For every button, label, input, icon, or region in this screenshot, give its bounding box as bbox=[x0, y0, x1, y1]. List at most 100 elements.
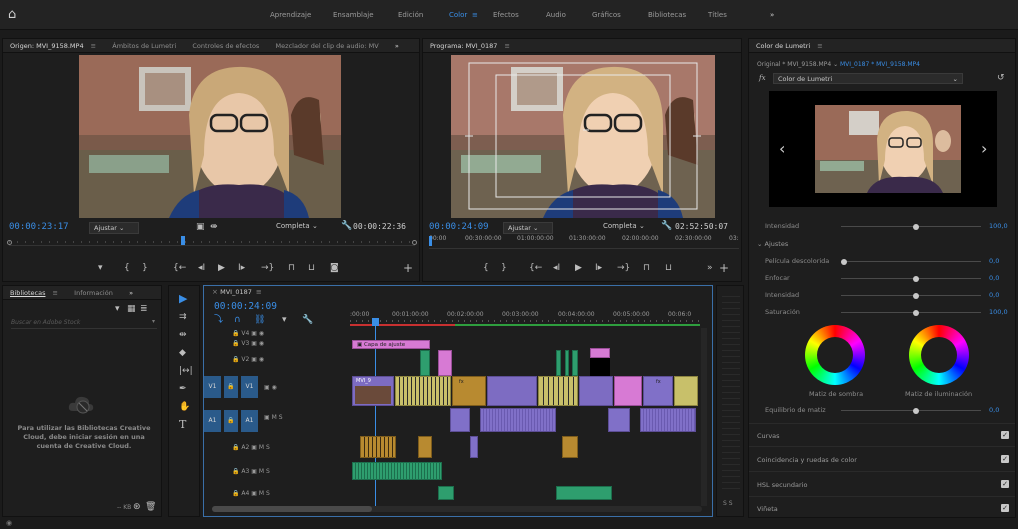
dropdown-icon[interactable]: ▾ bbox=[115, 304, 120, 314]
source-time-ruler[interactable] bbox=[7, 236, 417, 246]
play-icon[interactable]: ▶ bbox=[218, 263, 225, 273]
step-forward-icon[interactable]: I▸ bbox=[595, 263, 602, 273]
sharpen-slider[interactable] bbox=[841, 275, 981, 282]
program-fit-select[interactable]: Ajustar ⌄ bbox=[503, 222, 553, 234]
razor-tool-icon[interactable]: ◆ bbox=[179, 348, 186, 358]
audio-clip[interactable] bbox=[438, 486, 454, 500]
timeline-tracks-area[interactable]: ▣ Capa de ajuste MVI_9 fx fx bbox=[350, 328, 700, 506]
video-clip[interactable] bbox=[395, 376, 451, 406]
timeline-ruler[interactable]: :00:00 00:01:00:00 00:02:00:00 00:03:00:… bbox=[350, 308, 700, 328]
audio-clip[interactable] bbox=[470, 436, 478, 458]
workspace-tab-active[interactable]: Color bbox=[449, 11, 467, 19]
slider-knob[interactable] bbox=[913, 407, 919, 414]
panel-menu-icon[interactable]: ≡ bbox=[52, 286, 64, 300]
add-button-icon[interactable]: + bbox=[403, 262, 413, 274]
lock-icon[interactable]: 🔒 bbox=[232, 490, 241, 497]
more-tabs-icon[interactable]: » bbox=[388, 39, 406, 53]
v2-black-clip[interactable] bbox=[590, 358, 610, 376]
section-enable-checkbox[interactable] bbox=[1001, 480, 1009, 488]
zoom-handle-right[interactable] bbox=[412, 240, 417, 245]
mute-button[interactable]: M bbox=[272, 414, 277, 421]
slider-knob[interactable] bbox=[913, 292, 919, 299]
audio-clip[interactable] bbox=[556, 486, 612, 500]
solo-button[interactable]: S bbox=[266, 468, 270, 475]
intensity-slider[interactable] bbox=[841, 223, 981, 230]
drag-video-icon[interactable]: ⇼ bbox=[210, 222, 218, 232]
audio-clip[interactable] bbox=[450, 408, 470, 432]
video-clip[interactable]: MVI_9 bbox=[352, 376, 394, 406]
audio-clip[interactable] bbox=[480, 408, 556, 432]
v2-clip[interactable] bbox=[420, 350, 430, 376]
vibrance-value[interactable]: 0,0 bbox=[989, 291, 999, 299]
audio-clip[interactable] bbox=[352, 462, 442, 480]
chevron-left-icon[interactable]: ‹ bbox=[779, 139, 785, 158]
go-to-in-icon[interactable]: {← bbox=[173, 263, 186, 273]
sync-icon[interactable]: ▣ bbox=[264, 414, 270, 421]
audio-clip[interactable] bbox=[360, 436, 396, 458]
workspace-tab[interactable]: Ensamblaje bbox=[333, 11, 374, 19]
playhead[interactable] bbox=[429, 236, 432, 246]
overwrite-icon[interactable]: ⊔ bbox=[308, 263, 315, 273]
section-hsl-secondary[interactable]: HSL secundario bbox=[749, 473, 1015, 497]
wrench-icon[interactable]: 🔧 bbox=[302, 315, 313, 325]
program-quality-select[interactable]: Completa ⌄ bbox=[603, 222, 645, 230]
eye-icon[interactable]: ◉ bbox=[272, 384, 277, 391]
more-tabs-icon[interactable]: » bbox=[122, 286, 140, 300]
track-target-v1[interactable]: V1 bbox=[241, 376, 258, 398]
audio-clip[interactable] bbox=[418, 436, 432, 458]
mute-button[interactable]: M bbox=[259, 490, 264, 497]
add-marker-icon[interactable]: ▾ bbox=[98, 263, 103, 273]
lock-icon[interactable]: 🔒 bbox=[232, 444, 241, 451]
vibrance-slider[interactable] bbox=[841, 292, 981, 299]
section-enable-checkbox[interactable] bbox=[1001, 455, 1009, 463]
extract-icon[interactable]: ⊔ bbox=[665, 263, 672, 273]
adjustment-layer-clip[interactable]: ▣ Capa de ajuste bbox=[352, 340, 430, 349]
effect-select[interactable]: Color de Lumetri ⌄ bbox=[773, 73, 963, 84]
intensity-value[interactable]: 100,0 bbox=[989, 222, 1008, 230]
faded-film-value[interactable]: 0,0 bbox=[989, 257, 999, 265]
snap-icon[interactable]: ∩ bbox=[234, 315, 241, 325]
slider-knob[interactable] bbox=[913, 275, 919, 282]
playhead[interactable] bbox=[181, 236, 185, 245]
mark-out-icon[interactable]: } bbox=[142, 263, 148, 273]
panel-menu-icon[interactable]: ≡ bbox=[91, 39, 103, 53]
track-select-tool-icon[interactable]: ⇉ bbox=[179, 312, 187, 322]
status-icon[interactable]: ◉ bbox=[6, 519, 12, 527]
source-patch-v1[interactable]: V1 bbox=[204, 376, 221, 398]
step-back-icon[interactable]: ◂I bbox=[198, 263, 205, 273]
mark-out-icon[interactable]: } bbox=[501, 263, 507, 273]
wrench-icon[interactable]: 🔧 bbox=[661, 221, 672, 231]
eye-icon[interactable]: ◉ bbox=[259, 356, 264, 363]
play-icon[interactable]: ▶ bbox=[575, 263, 582, 273]
menu-icon[interactable]: ≡ bbox=[472, 11, 478, 19]
sync-icon[interactable]: ▣ bbox=[251, 330, 257, 337]
timeline-vertical-scrollbar[interactable] bbox=[701, 328, 707, 506]
zoom-handle-left[interactable] bbox=[7, 240, 12, 245]
eye-icon[interactable]: ◉ bbox=[259, 330, 264, 337]
tab-lumetri-scopes[interactable]: Ámbitos de Lumetri bbox=[105, 39, 183, 53]
nest-icon[interactable]: ⤵ bbox=[214, 315, 223, 325]
wrench-icon[interactable]: 🔧 bbox=[341, 221, 352, 231]
panel-menu-icon[interactable]: ≡ bbox=[817, 39, 829, 53]
solo-button[interactable]: S bbox=[266, 490, 270, 497]
add-marker-icon[interactable]: ▾ bbox=[282, 315, 287, 325]
more-buttons-icon[interactable]: » bbox=[707, 263, 713, 273]
tab-info[interactable]: Información bbox=[67, 286, 120, 300]
tab-audio-clip-mixer[interactable]: Mezclador del clip de audio: MV bbox=[269, 39, 386, 53]
linked-selection-icon[interactable]: ⛓ bbox=[254, 315, 265, 325]
master-clip-label[interactable]: Original * MVI_9158.MP4 bbox=[757, 61, 831, 68]
video-clip[interactable] bbox=[487, 376, 537, 406]
clip-selector[interactable]: Original * MVI_9158.MP4 ⌄ MVI_0187 * MVI… bbox=[757, 61, 920, 68]
faded-film-slider[interactable] bbox=[841, 258, 981, 265]
workspace-tab[interactable]: Efectos bbox=[493, 11, 519, 19]
workspace-tab[interactable]: Edición bbox=[398, 11, 423, 19]
grid-view-icon[interactable]: ▦ bbox=[127, 304, 136, 314]
source-video-frame[interactable] bbox=[79, 55, 341, 218]
fx-icon[interactable]: fx bbox=[759, 74, 766, 82]
lock-icon[interactable]: 🔒 bbox=[232, 468, 241, 475]
home-icon[interactable]: ⌂ bbox=[8, 8, 22, 22]
chevron-down-icon[interactable]: ▾ bbox=[152, 318, 155, 325]
camera-icon[interactable]: ◙ bbox=[330, 263, 339, 273]
source-timecode[interactable]: 00:00:23:17 bbox=[9, 222, 69, 232]
panel-menu-icon[interactable]: ≡ bbox=[256, 288, 262, 296]
